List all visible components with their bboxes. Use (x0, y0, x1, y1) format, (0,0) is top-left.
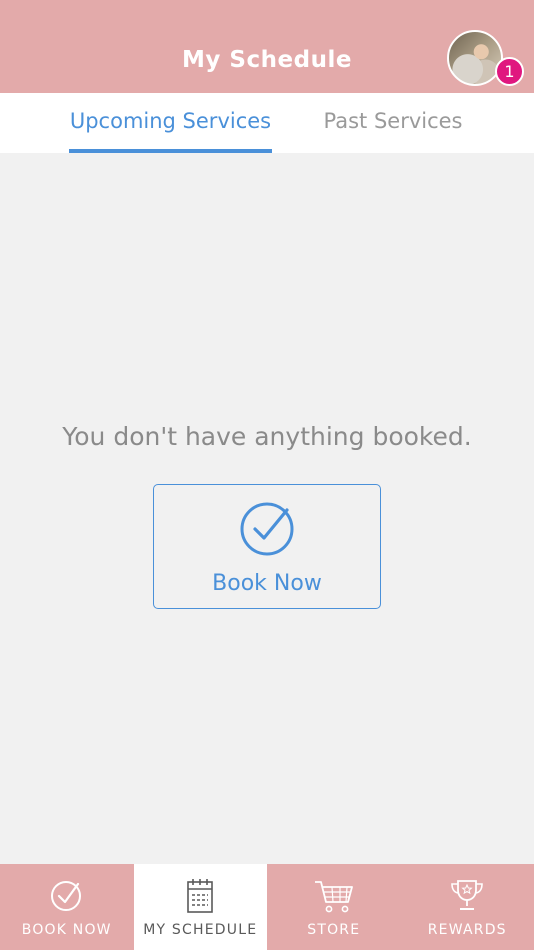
service-tabs: Upcoming Services Past Services (0, 93, 534, 153)
avatar[interactable] (447, 30, 503, 86)
trophy-icon (451, 880, 484, 910)
book-now-label: Book Now (212, 571, 322, 596)
nav-my-schedule-label: MY SCHEDULE (143, 922, 258, 938)
tab-upcoming-label: Upcoming Services (69, 109, 272, 133)
nav-my-schedule[interactable]: MY SCHEDULE (133, 864, 267, 950)
nav-rewards[interactable]: REWARDS (401, 864, 534, 950)
cart-icon (314, 881, 353, 913)
nav-store[interactable]: STORE (267, 864, 401, 950)
check-circle-icon (240, 502, 294, 556)
empty-state-message: You don't have anything booked. (62, 422, 472, 451)
app-header: My Schedule 1 (0, 0, 534, 93)
tab-upcoming-services[interactable]: Upcoming Services (69, 93, 272, 153)
nav-rewards-label: REWARDS (427, 922, 507, 938)
check-circle-icon (50, 881, 81, 911)
bottom-nav: BOOK NOW MY SCHEDULE STORE REWARDS (0, 864, 534, 950)
tab-past-services[interactable]: Past Services (312, 93, 474, 153)
tab-past-label: Past Services (323, 109, 463, 133)
nav-book-now-label: BOOK NOW (21, 922, 112, 938)
calendar-icon (187, 879, 214, 913)
book-now-button[interactable]: Book Now (153, 484, 381, 609)
nav-store-label: STORE (307, 922, 361, 938)
notification-badge[interactable]: 1 (495, 57, 524, 86)
nav-book-now[interactable]: BOOK NOW (0, 864, 134, 950)
active-tab-indicator (69, 149, 272, 153)
